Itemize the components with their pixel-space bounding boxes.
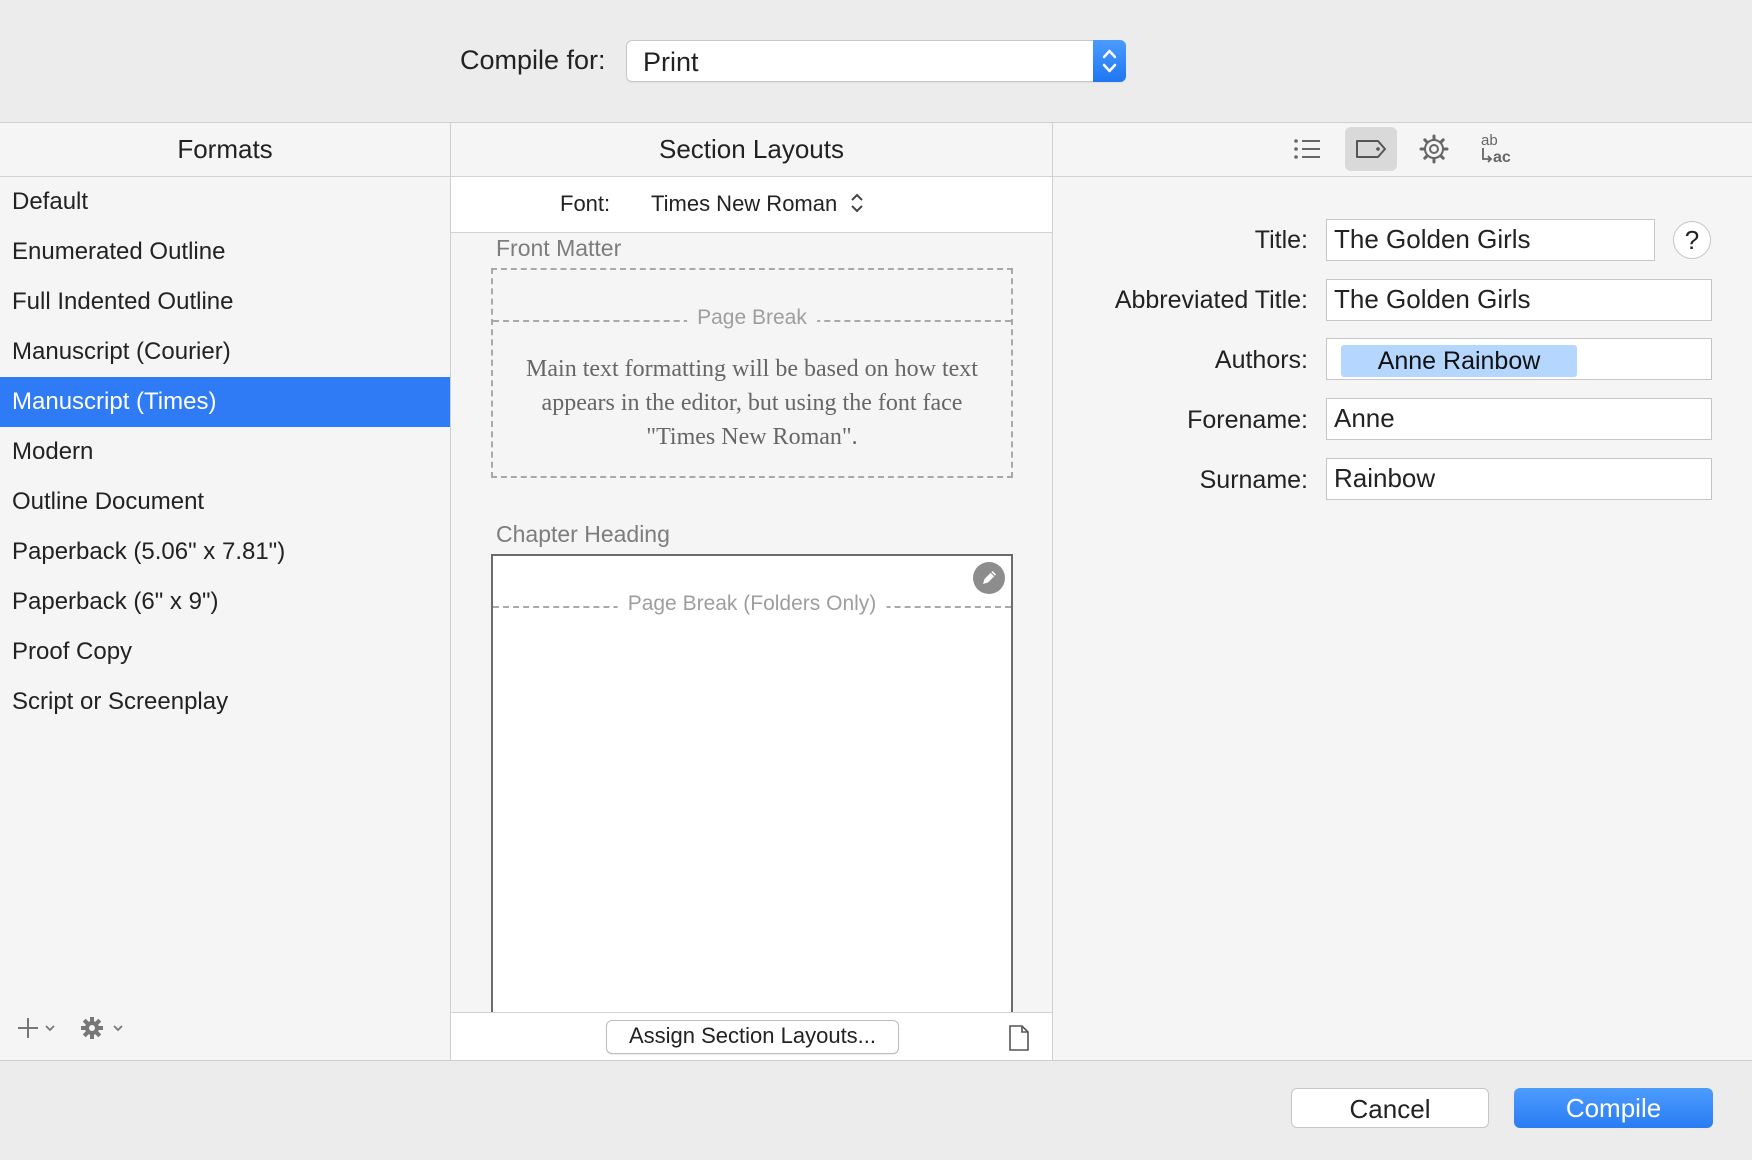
font-row: Font: Times New Roman: [451, 177, 1052, 233]
tag-icon: [1356, 140, 1386, 158]
front-matter-title: Front Matter: [496, 235, 622, 261]
title-label: Title:: [1254, 226, 1308, 254]
metadata-tab[interactable]: [1345, 127, 1397, 171]
svg-text:ab: ab: [1481, 132, 1498, 149]
font-label: Font:: [560, 191, 611, 216]
format-item-paperback-small[interactable]: Paperback (5.06" x 7.81"): [0, 527, 450, 577]
abbreviated-title-label: Abbreviated Title:: [1114, 286, 1308, 314]
section-layouts-header: Section Layouts: [451, 123, 1052, 177]
replacements-icon: ab ac: [1481, 132, 1511, 166]
authors-label: Authors:: [1214, 346, 1308, 374]
compile-for-value: Print: [643, 47, 699, 77]
pencil-icon[interactable]: [973, 562, 1005, 594]
options-tab[interactable]: [1408, 127, 1460, 171]
font-value: Times New Roman: [651, 191, 838, 216]
document-icon[interactable]: [1008, 1025, 1030, 1056]
contents-tab[interactable]: [1281, 127, 1333, 171]
format-item-proof-copy[interactable]: Proof Copy: [0, 627, 450, 677]
chapter-heading-layout[interactable]: Page Break (Folders Only): [491, 554, 1013, 1016]
format-item-script-screenplay[interactable]: Script or Screenplay: [0, 677, 450, 727]
add-format-button[interactable]: [16, 1013, 60, 1043]
forename-label: Forename:: [1187, 406, 1308, 434]
format-item-modern[interactable]: Modern: [0, 427, 450, 477]
formats-header: Formats: [0, 123, 450, 177]
assign-section-layouts-button[interactable]: Assign Section Layouts...: [606, 1020, 899, 1054]
abbreviated-title-field[interactable]: The Golden Girls: [1326, 279, 1712, 321]
chevron-updown-icon: [851, 193, 864, 213]
format-actions-button[interactable]: [78, 1013, 128, 1043]
gear-icon: [1419, 134, 1449, 164]
section-layouts-footer: Assign Section Layouts...: [451, 1012, 1052, 1061]
page-break-label: Page Break: [687, 306, 817, 330]
surname-label: Surname:: [1199, 466, 1308, 494]
font-select[interactable]: Times New Roman: [651, 191, 865, 217]
chevron-updown-icon[interactable]: [1093, 40, 1126, 82]
compile-button[interactable]: Compile: [1514, 1088, 1713, 1128]
section-layouts-panel: Section Layouts Font: Times New Roman Fr…: [451, 123, 1052, 1061]
front-matter-description: Main text formatting will be based on ho…: [526, 356, 978, 450]
chapter-heading-title: Chapter Heading: [496, 521, 670, 547]
surname-field[interactable]: Rainbow: [1326, 458, 1712, 500]
format-item-manuscript-times[interactable]: Manuscript (Times): [0, 377, 450, 427]
options-toolbar: ab ac: [1053, 123, 1752, 177]
bottom-bar: [0, 1061, 1752, 1160]
cancel-button[interactable]: Cancel: [1291, 1088, 1489, 1128]
format-item-default[interactable]: Default: [0, 177, 450, 227]
replacements-tab[interactable]: ab ac: [1471, 127, 1523, 171]
list-icon: [1294, 139, 1320, 159]
compile-for-label: Compile for:: [460, 45, 606, 75]
gear-icon: [81, 1017, 123, 1039]
help-button[interactable]: ?: [1673, 221, 1711, 259]
format-item-full-indented-outline[interactable]: Full Indented Outline: [0, 277, 450, 327]
page-break-folders-label: Page Break (Folders Only): [617, 592, 887, 616]
formats-list: Default Enumerated Outline Full Indented…: [0, 177, 450, 727]
author-token[interactable]: Anne Rainbow: [1341, 345, 1577, 377]
formats-panel: Formats Default Enumerated Outline Full …: [0, 123, 450, 1060]
svg-text:ac: ac: [1493, 149, 1511, 166]
format-item-outline-document[interactable]: Outline Document: [0, 477, 450, 527]
plus-icon: [18, 1018, 55, 1038]
format-item-manuscript-courier[interactable]: Manuscript (Courier): [0, 327, 450, 377]
forename-field[interactable]: Anne: [1326, 398, 1712, 440]
metadata-panel: ab ac: [1053, 123, 1752, 1060]
format-item-enumerated-outline[interactable]: Enumerated Outline: [0, 227, 450, 277]
authors-field[interactable]: Anne Rainbow: [1326, 338, 1712, 380]
format-item-paperback-6x9[interactable]: Paperback (6" x 9"): [0, 577, 450, 627]
front-matter-layout[interactable]: Page Break Main text formatting will be …: [491, 268, 1013, 478]
compile-for-select[interactable]: Print: [626, 40, 1126, 82]
title-field[interactable]: The Golden Girls: [1326, 219, 1655, 261]
